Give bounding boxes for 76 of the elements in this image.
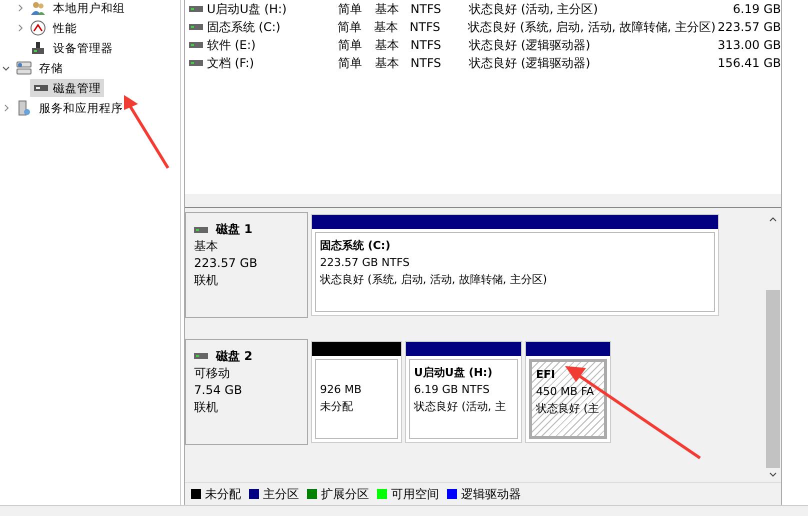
volume-name: 固态系统 (C:) — [206, 18, 282, 36]
drive-icon — [189, 6, 203, 12]
gauge-icon — [30, 20, 46, 36]
status-cell: 状态良好 (系统, 启动, 活动, 故障转储, 主分区) — [468, 18, 716, 36]
filesystem-cell-text: NTFS — [410, 20, 442, 34]
partition-size: 6.19 GB NTFS — [414, 382, 491, 398]
tree-item[interactable]: 本地用户和组 — [50, 0, 128, 16]
partition-block[interactable]: 固态系统 (C:) 223.57 GB NTFS 状态良好 (系统, 启动, 活动, 故障转储, 主分区) — [311, 214, 719, 316]
filesystem-cell-text: NTFS — [410, 2, 442, 16]
volume-name: 软件 (E:) — [206, 36, 257, 54]
partition-status: 状态良好 (系统, 启动, 活动, 故障转储, 主分区) — [320, 272, 548, 288]
volume-name: 文档 (F:) — [206, 54, 256, 72]
partition-title: 固态系统 (C:) — [320, 238, 392, 254]
partition-block[interactable]: 926 MB 未分配 — [311, 340, 402, 443]
disk-type: 可移动 — [194, 364, 231, 382]
legend-label: 可用空间 — [391, 486, 439, 502]
disk-state: 联机 — [194, 272, 219, 289]
tree-item[interactable]: 性能 — [50, 20, 80, 36]
partition-size: 926 MB — [320, 382, 363, 398]
partition-status: 状态良好 (活动, 主 — [414, 398, 507, 415]
disk-size: 223.57 GB — [194, 255, 258, 272]
capacity-cell-text: 223.57 GB — [716, 20, 781, 34]
device-icon — [30, 40, 46, 56]
drive-icon — [189, 42, 203, 48]
drive-icon — [189, 60, 203, 66]
layout-cell-text: 简单 — [337, 18, 362, 36]
users-icon — [30, 0, 46, 16]
partition-title: U启动U盘 (H:) — [414, 364, 494, 381]
type-cell-text: 基本 — [374, 54, 400, 72]
type-cell-text: 基本 — [374, 18, 400, 36]
scroll-down-icon[interactable] — [769, 472, 777, 478]
partition-title: EFI — [536, 366, 556, 383]
drive-icon — [189, 24, 203, 30]
status-cell-text: 状态良好 (逻辑驱动器) — [469, 54, 592, 72]
capacity-cell-text: 313.00 GB — [716, 38, 781, 52]
partition-status: 状态良好 (主 — [536, 400, 600, 417]
expand-chevron-icon[interactable] — [2, 104, 10, 112]
layout-cell-text: 简单 — [338, 0, 364, 18]
disk-size: 7.54 GB — [194, 382, 244, 399]
legend-label: 扩展分区 — [321, 486, 369, 502]
partition-size: 223.57 GB NTFS — [320, 255, 411, 271]
type-cell-text: 基本 — [374, 36, 400, 54]
storage-icon — [16, 60, 32, 76]
legend-label: 未分配 — [205, 486, 241, 502]
capacity-cell-text: 156.41 GB — [716, 56, 781, 70]
scroll-up-icon[interactable] — [769, 216, 777, 222]
layout-cell-text: 简单 — [338, 54, 364, 72]
partition-status: 未分配 — [320, 398, 354, 415]
disk-name: 磁盘 1 — [216, 221, 253, 238]
type-cell-text: 基本 — [374, 0, 400, 18]
tree-item[interactable]: 服务和应用程序 — [36, 100, 126, 116]
partition-block[interactable]: U启动U盘 (H:) 6.19 GB NTFS 状态良好 (活动, 主 — [405, 340, 522, 443]
capacity-cell-text: 6.19 GB — [732, 2, 781, 16]
tree-item[interactable]: 存储 — [36, 60, 66, 76]
filesystem-cell-text: NTFS — [410, 38, 442, 52]
disk-state: 联机 — [194, 398, 219, 416]
disk-type: 基本 — [194, 238, 219, 255]
tree-item[interactable]: 设备管理器 — [50, 40, 116, 56]
filesystem-cell-text: NTFS — [410, 56, 442, 70]
collapse-chevron-icon[interactable] — [2, 64, 10, 72]
partition-block[interactable]: EFI 450 MB FA 状态良好 (主 — [525, 340, 611, 443]
horizontal-scrollbar[interactable] — [185, 194, 781, 207]
expand-chevron-icon[interactable] — [16, 4, 24, 12]
legend-label: 逻辑驱动器 — [461, 486, 521, 502]
layout-cell-text: 简单 — [338, 36, 364, 54]
expand-chevron-icon[interactable] — [16, 24, 24, 32]
disk-name: 磁盘 2 — [216, 348, 253, 365]
tree-item[interactable]: 磁盘管理 — [30, 79, 104, 97]
status-cell-text: 状态良好 (活动, 主分区) — [469, 0, 599, 18]
services-icon — [16, 100, 32, 116]
partition-size: 450 MB FA — [536, 384, 595, 400]
status-cell-text: 状态良好 (逻辑驱动器) — [469, 36, 592, 54]
legend-label: 主分区 — [263, 486, 299, 502]
volume-name: U启动U盘 (H:) — [206, 0, 288, 18]
tree-item-label: 磁盘管理 — [53, 80, 101, 96]
scrollbar-thumb[interactable] — [766, 290, 780, 468]
